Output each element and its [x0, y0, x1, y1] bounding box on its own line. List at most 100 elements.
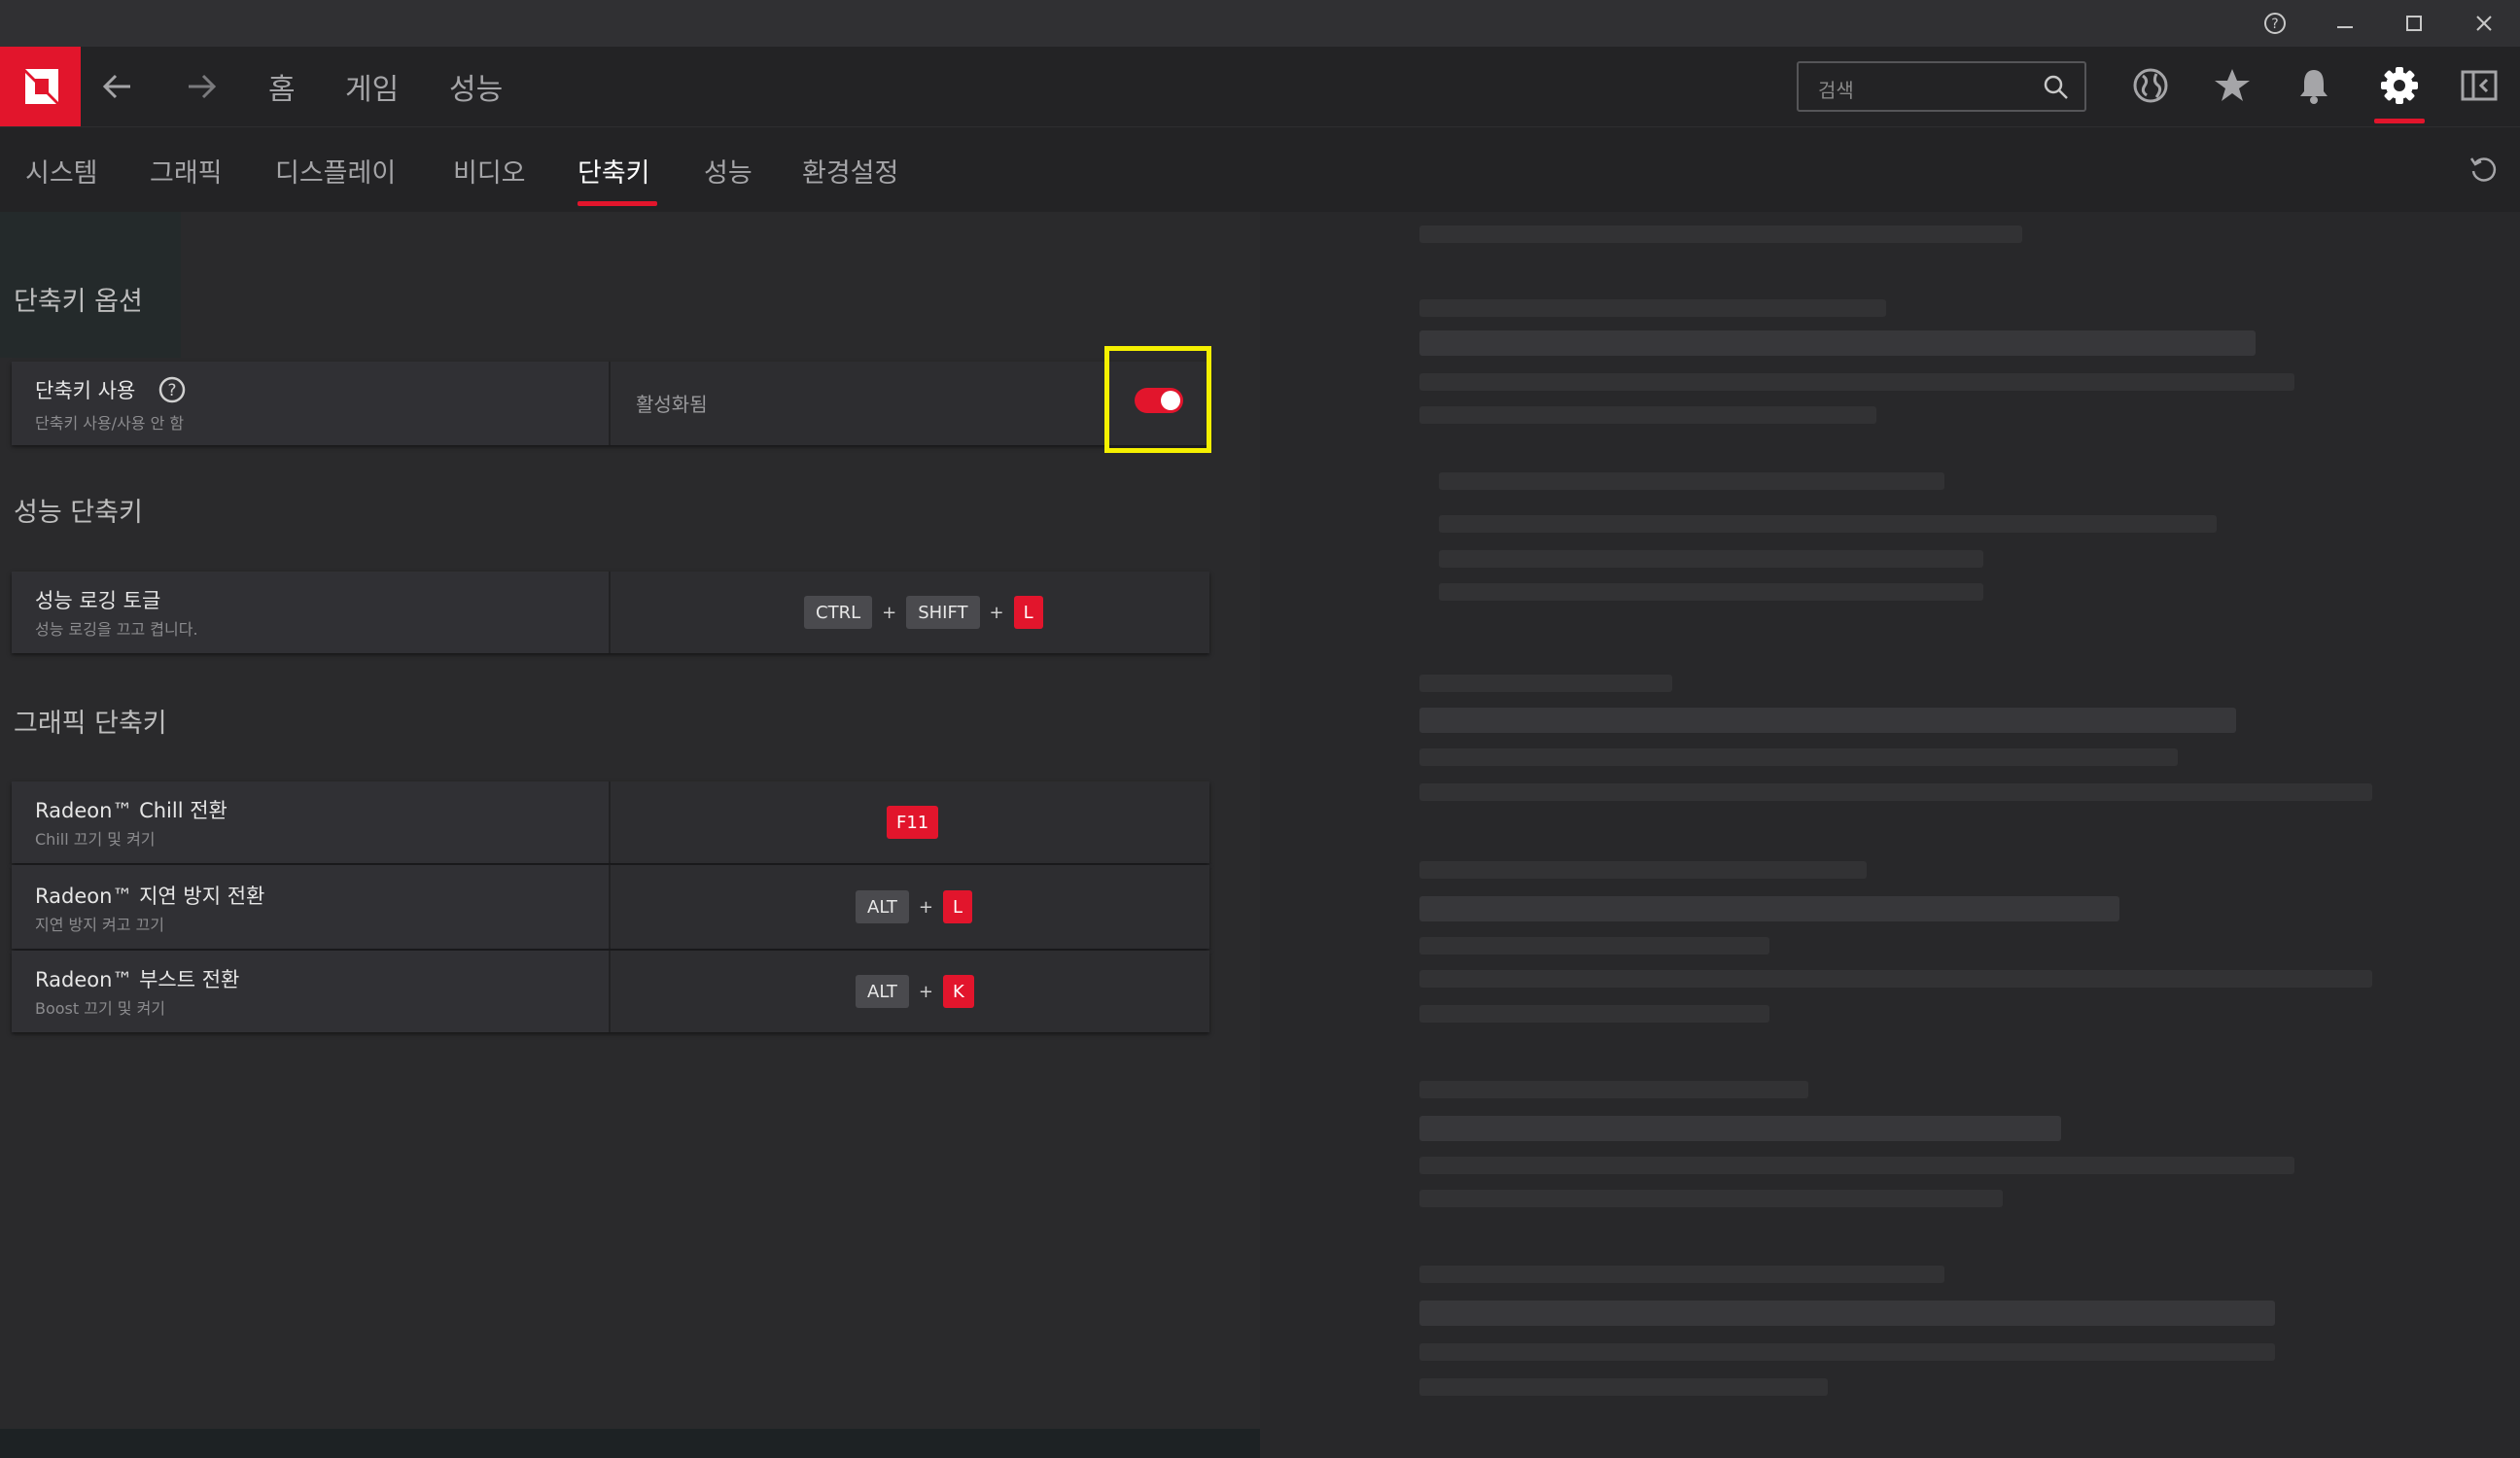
tab-hotkeys[interactable]: 단축키 [578, 127, 650, 213]
tab-video[interactable]: 비디오 [453, 127, 526, 213]
section-title-hotkey-options: 단축키 옵션 [14, 287, 143, 317]
blur-text-line [1419, 1005, 1769, 1023]
blur-text-line [1439, 550, 1983, 568]
blur-text-line [1419, 783, 2372, 801]
hotkey-label-cell: Radeon™ 부스트 전환 Boost 끄기 및 켜기 [12, 951, 611, 1032]
blur-text-line [1439, 472, 1944, 490]
key-combination[interactable]: CTRL + SHIFT + L [804, 596, 1043, 629]
reset-button[interactable] [2468, 154, 2499, 189]
info-help-icon[interactable]: ? [158, 375, 187, 404]
key-combination[interactable]: F11 [887, 806, 939, 839]
nav-performance[interactable]: 성능 [449, 47, 503, 126]
hotkey-enable-status: 활성화됨 [636, 393, 708, 416]
blur-text-line [1419, 373, 2294, 391]
blur-text-line [1419, 748, 2178, 766]
minimize-button[interactable] [2326, 8, 2364, 39]
hotkey-row-boost[interactable]: Radeon™ 부스트 전환 Boost 끄기 및 켜기 ALT + K [12, 951, 1209, 1032]
blur-text-line [1419, 1116, 2061, 1141]
hotkey-label-cell: Radeon™ Chill 전환 Chill 끄기 및 켜기 [12, 781, 611, 863]
help-button[interactable]: ? [2256, 8, 2294, 39]
maximize-button[interactable] [2395, 8, 2433, 39]
panel-toggle-icon [2461, 70, 2498, 101]
arrow-right-icon [189, 74, 217, 99]
hotkey-subtitle: 성능 로깅을 끄고 켭니다. [35, 620, 198, 639]
blur-text-line [1419, 1190, 2003, 1207]
nav-games[interactable]: 게임 [345, 47, 399, 126]
hotkey-enable-subtitle: 단축키 사용/사용 안 함 [35, 414, 185, 433]
blur-text-line [1419, 937, 1769, 955]
blur-text-line [1419, 226, 2022, 243]
hotkey-row-perf-logging[interactable]: 성능 로깅 토글 성능 로깅을 끄고 켭니다. CTRL + SHIFT + L [12, 572, 1209, 653]
globe-icon [2133, 68, 2168, 103]
settings-button[interactable] [2372, 58, 2427, 113]
settings-active-indicator [2374, 119, 2425, 123]
blur-text-line [1419, 1266, 1944, 1283]
sidebar-toggle-button[interactable] [2452, 58, 2506, 113]
search-input[interactable]: 검색 [1818, 75, 1854, 103]
bottom-bar [0, 1429, 1260, 1458]
search-icon[interactable] [2042, 73, 2071, 102]
hotkey-enable-label-cell: 단축키 사용 ? 단축키 사용/사용 안 함 [12, 362, 611, 445]
help-icon: ? [2264, 13, 2286, 34]
hotkey-subtitle: Boost 끄기 및 켜기 [35, 999, 166, 1018]
gear-icon [2381, 67, 2418, 104]
hotkey-label-cell: 성능 로깅 토글 성능 로깅을 끄고 켭니다. [12, 572, 611, 653]
bell-icon [2300, 70, 2328, 104]
blur-text-line [1419, 1343, 2275, 1361]
tab-system[interactable]: 시스템 [25, 127, 98, 213]
svg-text:?: ? [2271, 17, 2278, 32]
blur-text-line [1419, 406, 1876, 424]
plus-sign: + [918, 896, 933, 918]
blur-text-line [1419, 330, 2256, 356]
blur-text-line [1419, 896, 2119, 921]
key-combination[interactable]: ALT + L [856, 890, 972, 923]
hotkey-title: Radeon™ 부스트 전환 [35, 968, 240, 991]
hotkey-title: 성능 로깅 토글 [35, 589, 161, 612]
key-shift: SHIFT [906, 596, 980, 629]
blur-text-line [1419, 1378, 1828, 1396]
plus-sign: + [882, 602, 897, 623]
nav-home[interactable]: 홈 [268, 47, 296, 126]
forward-button[interactable] [185, 47, 218, 126]
hotkey-enable-title: 단축키 사용 [35, 379, 136, 402]
key-k: K [942, 975, 974, 1008]
tab-performance[interactable]: 성능 [704, 127, 752, 213]
blur-text-line [1419, 970, 2372, 988]
active-tab-indicator [578, 201, 657, 206]
highlight-box [1104, 346, 1211, 453]
blur-text-line [1419, 675, 1672, 692]
key-ctrl: CTRL [804, 596, 873, 629]
hotkey-title: Radeon™ Chill 전환 [35, 799, 228, 822]
settings-tabs: 시스템 그래픽 디스플레이 비디오 단축키 성능 환경설정 [0, 126, 2520, 212]
hotkey-row-chill[interactable]: Radeon™ Chill 전환 Chill 끄기 및 켜기 F11 [12, 781, 1209, 863]
key-l: L [942, 890, 972, 923]
globe-button[interactable] [2123, 58, 2178, 113]
notifications-button[interactable] [2287, 58, 2341, 113]
star-icon [2215, 69, 2250, 101]
plus-sign: + [918, 981, 933, 1002]
tab-display[interactable]: 디스플레이 [275, 127, 396, 213]
hotkey-subtitle: Chill 끄기 및 켜기 [35, 830, 156, 849]
favorites-button[interactable] [2205, 58, 2259, 113]
tab-graphics[interactable]: 그래픽 [150, 127, 223, 213]
minimize-icon [2337, 26, 2353, 28]
arrow-left-icon [102, 74, 130, 99]
key-alt: ALT [856, 890, 909, 923]
blur-text-line [1419, 1081, 1808, 1098]
amd-logo[interactable] [0, 47, 81, 126]
close-icon [2476, 16, 2492, 31]
key-combination[interactable]: ALT + K [856, 975, 974, 1008]
blur-text-line [1419, 708, 2236, 733]
blur-text-line [1439, 583, 1983, 601]
section-title-graphics-hotkeys: 그래픽 단축키 [14, 709, 167, 739]
key-alt: ALT [856, 975, 909, 1008]
close-button[interactable] [2465, 8, 2503, 39]
plus-sign: + [989, 602, 1004, 623]
blur-text-line [1419, 1301, 2275, 1326]
title-bar [0, 0, 2520, 47]
back-button[interactable] [101, 47, 134, 126]
tab-preferences[interactable]: 환경설정 [802, 127, 898, 213]
reset-icon [2469, 157, 2497, 182]
hotkey-row-anti-lag[interactable]: Radeon™ 지연 방지 전환 지연 방지 켜고 끄기 ALT + L [12, 865, 1209, 949]
search-box[interactable]: 검색 [1797, 61, 2086, 112]
